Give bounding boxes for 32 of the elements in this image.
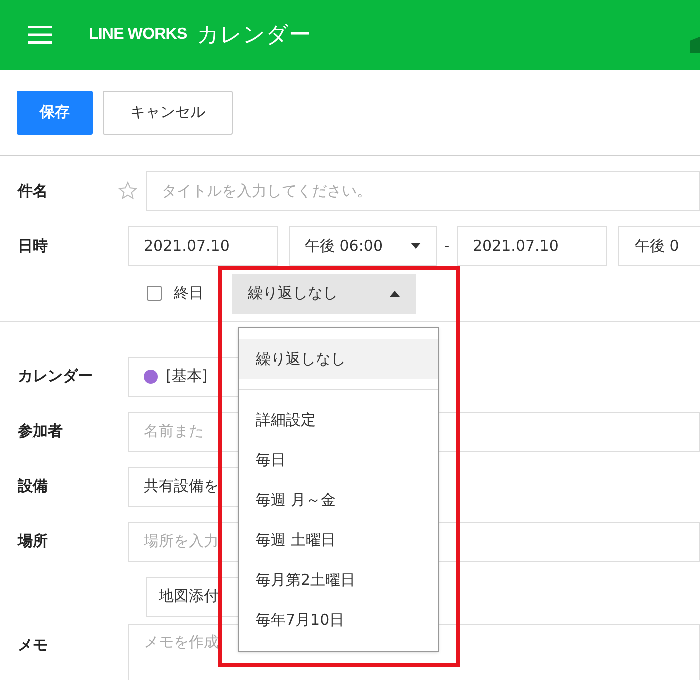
menu-item[interactable]: 毎週 土曜日 [239,520,438,560]
app-title: カレンダー [197,22,312,50]
end-date-field[interactable]: 2021.07.10 [457,226,607,266]
brand-logo: LINE WORKS [89,25,188,45]
menu-item[interactable]: 毎年7月10日 [239,600,438,640]
field-label: メモ [18,636,48,654]
end-time-select[interactable]: 午後 0 [618,226,700,266]
menu-item[interactable]: 詳細設定 [239,400,438,440]
repeat-select[interactable]: 繰り返しなし [232,274,416,314]
caret-icon [390,290,400,296]
star-icon[interactable] [118,181,138,201]
field-label: 日時 [18,236,48,255]
range-separator: - [443,236,451,257]
all-day-label: 終日 [174,283,204,304]
field-label: 参加者 [18,422,63,440]
title-field[interactable]: タイトルを入力してください。 [146,171,700,211]
header-icon[interactable] [690,37,700,53]
start-time-select[interactable]: 午後 06:00 [289,226,437,266]
field-label: カレンダー [18,367,93,386]
field-label: 設備 [18,477,48,496]
start-date-field[interactable]: 2021.07.10 [128,226,278,266]
menu-item[interactable]: 毎月第2土曜日 [239,560,438,600]
field-label: 場所 [18,532,48,550]
save-button[interactable]: 保存 [17,90,93,134]
field-label: 件名 [18,182,48,200]
menu-icon[interactable] [28,26,52,44]
menu-item[interactable]: 毎週 月～金 [239,480,438,520]
cancel-button[interactable]: キャンセル [103,90,233,134]
menu-item[interactable]: 毎日 [239,440,438,480]
caret-icon [411,243,421,249]
all-day-checkbox[interactable] [147,286,162,301]
menu-item[interactable]: 繰り返しなし [239,339,438,379]
